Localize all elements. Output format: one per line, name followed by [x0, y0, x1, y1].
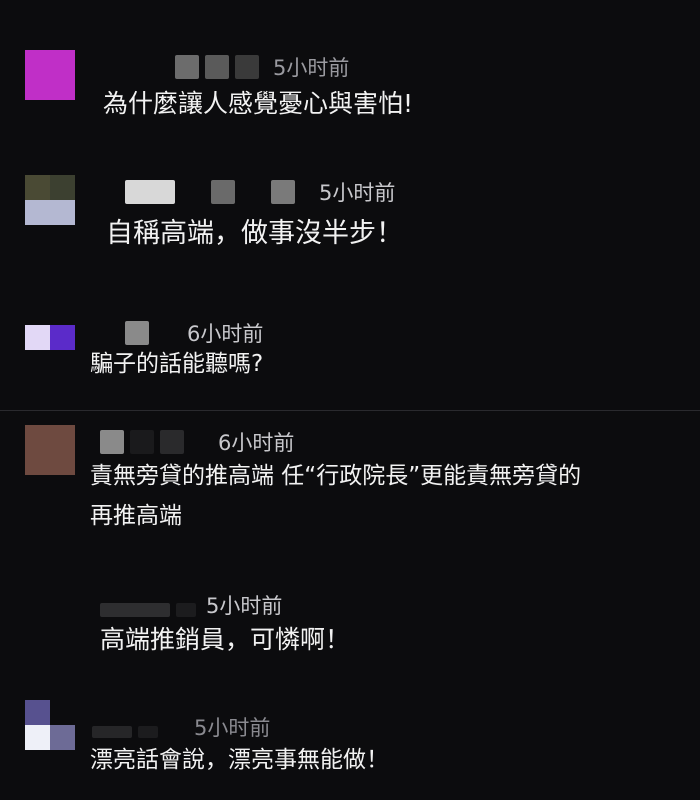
username-redacted[interactable]	[125, 321, 149, 345]
username-redacted[interactable]	[100, 603, 170, 617]
comment-text: 漂亮話會說，漂亮事無能做！	[90, 747, 389, 773]
username-redacted[interactable]	[92, 726, 132, 738]
username-redacted[interactable]	[271, 180, 295, 204]
username-redacted[interactable]	[155, 321, 175, 345]
comment-meta: 5小时前	[125, 177, 395, 207]
username-redacted[interactable]	[130, 430, 154, 454]
username-redacted[interactable]	[205, 55, 229, 79]
divider	[0, 410, 700, 411]
username-redacted[interactable]	[241, 180, 265, 204]
username-redacted[interactable]	[138, 726, 158, 738]
comment-text-line: 再推高端	[90, 503, 182, 529]
username-redacted[interactable]	[100, 430, 124, 454]
comment-time: 5小时前	[273, 56, 350, 80]
avatar[interactable]	[25, 175, 75, 225]
comment-text: 自稱高端，做事沒半步！	[106, 218, 403, 249]
comment-meta: 5小时前	[92, 712, 270, 742]
comment-meta: 5小时前	[100, 590, 282, 620]
avatar[interactable]	[25, 50, 75, 100]
username-redacted[interactable]	[175, 55, 199, 79]
comment-time: 5小时前	[194, 716, 271, 740]
comment-text-line: 責無旁貸的推高端 任“行政院長”更能責無旁貸的	[90, 463, 582, 489]
avatar[interactable]	[25, 425, 75, 475]
comment-text: 為什麼讓人感覺憂心與害怕!	[103, 89, 414, 118]
username-redacted[interactable]	[125, 180, 175, 204]
comment-meta: 5小时前	[175, 52, 349, 82]
comment-screen: { "comments": [ {"time": "5小时前", "text":…	[0, 0, 700, 800]
username-redacted[interactable]	[211, 180, 235, 204]
comment-time: 6小时前	[218, 431, 295, 455]
username-redacted[interactable]	[181, 180, 205, 204]
comment-text: 騙子的話能聽嗎?	[90, 351, 264, 377]
avatar[interactable]	[25, 325, 75, 375]
avatar[interactable]	[25, 700, 75, 750]
username-redacted[interactable]	[176, 603, 196, 617]
comment-text: 高端推銷員，可憐啊！	[100, 625, 351, 654]
comment-meta: 6小时前	[100, 427, 294, 457]
comment-time: 5小时前	[206, 594, 283, 618]
username-redacted[interactable]	[160, 430, 184, 454]
username-redacted[interactable]	[235, 55, 259, 79]
comment-time: 5小时前	[319, 181, 396, 205]
